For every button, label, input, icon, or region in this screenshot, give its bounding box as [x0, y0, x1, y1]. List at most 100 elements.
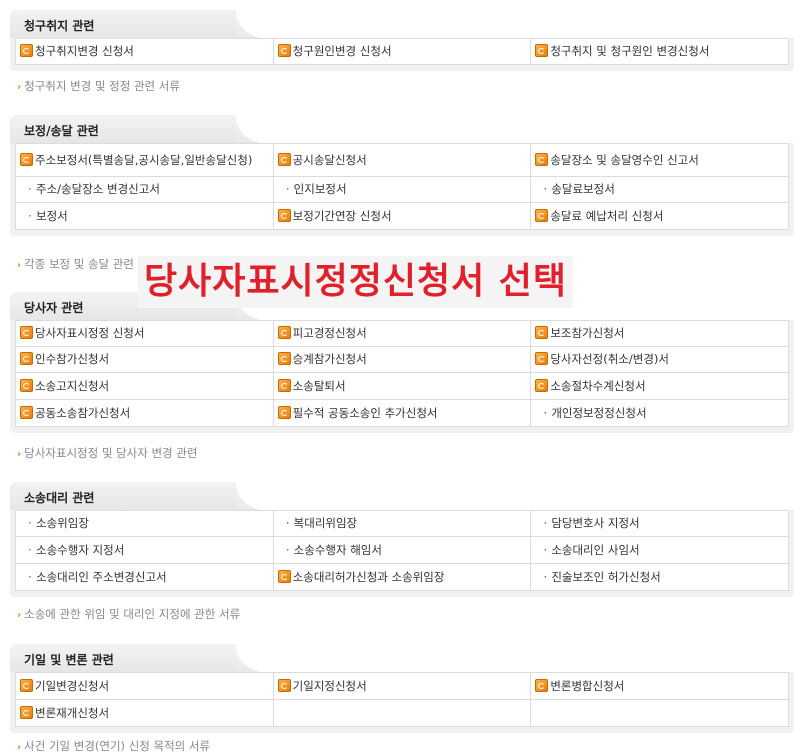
instruction-overlay: 당사자표시정정신청서 선택 — [138, 256, 573, 308]
form-link[interactable]: 기일지정신청서 — [272, 672, 532, 700]
arrow-right-icon: › — [17, 260, 22, 271]
form-link-label: 송달료 예납처리 신청서 — [550, 208, 664, 223]
form-link[interactable]: · 주소/송달장소 변경신고서 — [15, 176, 274, 203]
edit-doc-icon — [535, 44, 549, 57]
form-link[interactable]: 보정기간연장 신청서 — [272, 202, 532, 230]
edit-doc-icon — [277, 569, 291, 583]
edit-doc-icon — [277, 405, 291, 419]
section-3: 소송대리 관련 · 소송위임장 · 복대리위임장 · 담당변호사 지정서 · 소송수행자 지정서… — [10, 482, 794, 597]
edit-doc-icon — [535, 152, 549, 166]
edit-doc-icon — [20, 152, 33, 166]
edit-doc-icon — [20, 405, 33, 419]
form-link-label: 당사자표시정정 신청서 — [35, 326, 145, 340]
form-link[interactable]: · 인지보정서 — [272, 176, 532, 203]
edit-doc-icon — [277, 352, 291, 365]
table-row: 변론재개신청서 — [15, 699, 789, 727]
bullet-icon: · — [28, 208, 32, 223]
form-link[interactable]: 공동소송참가신청서 — [15, 399, 274, 427]
form-link[interactable]: 공시송달신청서 — [272, 143, 532, 177]
form-link-label: 필수적 공동소송인 추가신청서 — [292, 405, 438, 420]
form-link-label: 청구취지 및 청구원인 변경신청서 — [550, 44, 710, 58]
section-title: 기일 및 변론 관련 — [24, 653, 114, 667]
edit-doc-icon — [277, 678, 291, 692]
form-table: 당사자표시정정 신청서 피고경정신청서 보조참가신청서인수참가신청서 승계참가신청서 당… — [15, 320, 789, 427]
empty-cell — [272, 699, 532, 727]
form-link-label: 인지보정서 — [293, 182, 347, 196]
form-link[interactable]: 피고경정신청서 — [272, 320, 532, 347]
form-link[interactable]: 청구취지 및 청구원인 변경신청서 — [530, 38, 789, 65]
edit-doc-icon — [535, 378, 549, 392]
section-box: 청구취지변경 신청서 청구원인변경 신청서 청구취지 및 청구원인 변경신청서 — [10, 38, 794, 71]
form-link[interactable]: · 소송위임장 — [15, 510, 274, 537]
form-link[interactable]: 송달장소 및 송달영수인 신고서 — [530, 143, 789, 177]
form-link-label: 피고경정신청서 — [292, 326, 367, 340]
related-docs-label: 당사자표시정정 및 당사자 변경 관련 — [24, 446, 198, 460]
related-docs-link[interactable]: › 소송에 관한 위임 및 대리인 지정에 관한 서류 — [17, 606, 240, 622]
table-row: 주소보정서(특별송달,공시송달,일반송달신청) 공시송달신청서 송달장소 및 송달영… — [15, 143, 789, 177]
form-link[interactable]: · 소송수행자 해임서 — [272, 536, 532, 564]
form-link[interactable]: · 소송대리인 주소변경신고서 — [15, 563, 274, 591]
form-link[interactable]: 보조참가신청서 — [530, 320, 789, 347]
section-box: 기일변경신청서 기일지정신청서 변론병합신청서변론재개신청서 — [10, 672, 794, 733]
form-link-label: 소송대리인 주소변경신고서 — [36, 569, 167, 584]
form-link-label: 소송절차수계신청서 — [550, 378, 646, 393]
form-link[interactable]: · 개인정보정정신청서 — [530, 399, 789, 427]
bullet-icon: · — [543, 405, 548, 420]
form-link[interactable]: 소송탈퇴서 — [272, 372, 532, 400]
section-header: 기일 및 변론 관련 — [10, 644, 284, 672]
form-link[interactable]: · 소송대리인 사임서 — [530, 536, 789, 564]
form-link[interactable]: 청구원인변경 신청서 — [272, 38, 532, 65]
form-link[interactable]: 주소보정서(특별송달,공시송달,일반송달신청) — [15, 143, 274, 177]
table-row: · 소송수행자 지정서 · 소송수행자 해임서 · 소송대리인 사임서 — [15, 536, 789, 564]
form-link[interactable]: 소송절차수계신청서 — [530, 372, 789, 400]
edit-doc-icon — [277, 152, 291, 166]
form-link[interactable]: 기일변경신청서 — [15, 672, 274, 700]
form-link[interactable]: · 담당변호사 지정서 — [530, 510, 789, 537]
form-link-label: 공동소송참가신청서 — [35, 405, 131, 420]
form-link[interactable]: 소송고지신청서 — [15, 372, 274, 400]
related-docs-link[interactable]: › 청구취지 변경 및 정정 관련 서류 — [17, 78, 180, 94]
form-link[interactable]: 당사자선정(취소/변경)서 — [530, 346, 789, 373]
form-link[interactable]: 변론병합신청서 — [530, 672, 789, 700]
section-title: 소송대리 관련 — [24, 491, 95, 505]
bullet-icon: · — [543, 516, 548, 530]
form-link[interactable]: · 진술보조인 허가신청서 — [530, 563, 789, 591]
arrow-right-icon: › — [17, 610, 22, 621]
form-link[interactable]: 당사자표시정정 신청서 — [15, 320, 274, 347]
form-link-label: 복대리위임장 — [293, 516, 358, 530]
form-link[interactable]: 소송대리허가신청과 소송위임장 — [272, 563, 532, 591]
form-link[interactable]: · 복대리위임장 — [272, 510, 532, 537]
form-link[interactable]: 인수참가신청서 — [15, 346, 274, 373]
form-link-label: 소송대리허가신청과 소송위임장 — [292, 569, 445, 584]
section-1: 보정/송달 관련 주소보정서(특별송달,공시송달,일반송달신청) 공시송달신청서 송달… — [10, 115, 794, 236]
form-link[interactable]: · 보정서 — [15, 202, 274, 230]
form-link-label: 공시송달신청서 — [292, 152, 367, 167]
form-link-label: 보조참가신청서 — [550, 326, 625, 340]
form-link[interactable]: 변론재개신청서 — [15, 699, 274, 727]
section-title: 청구취지 관련 — [24, 19, 95, 33]
form-link-label: 소송수행자 해임서 — [293, 542, 382, 557]
table-row: 당사자표시정정 신청서 피고경정신청서 보조참가신청서 — [15, 320, 789, 347]
form-table: · 소송위임장 · 복대리위임장 · 담당변호사 지정서 · 소송수행자 지정서 · 소송수행자 … — [15, 510, 789, 591]
form-table: 청구취지변경 신청서 청구원인변경 신청서 청구취지 및 청구원인 변경신청서 — [15, 38, 789, 65]
form-link-label: 승계참가신청서 — [292, 352, 367, 366]
form-link[interactable]: · 송달료보정서 — [530, 176, 789, 203]
form-link[interactable]: 승계참가신청서 — [272, 346, 532, 373]
form-link-label: 보정서 — [36, 208, 68, 223]
related-docs-label: 사건 기일 변경(연기) 신청 목적의 서류 — [24, 739, 211, 753]
section-title: 당사자 관련 — [24, 301, 84, 315]
bullet-icon: · — [28, 516, 32, 530]
section-box: · 소송위임장 · 복대리위임장 · 담당변호사 지정서 · 소송수행자 지정서 · 소송수행자 … — [10, 510, 794, 597]
edit-doc-icon — [20, 352, 33, 365]
form-link[interactable]: 필수적 공동소송인 추가신청서 — [272, 399, 532, 427]
related-docs-link[interactable]: › 사건 기일 변경(연기) 신청 목적의 서류 — [17, 738, 210, 754]
edit-doc-icon — [277, 208, 291, 222]
form-link[interactable]: 송달료 예납처리 신청서 — [530, 202, 789, 230]
form-link[interactable]: · 소송수행자 지정서 — [15, 536, 274, 564]
form-link[interactable]: 청구취지변경 신청서 — [15, 38, 274, 65]
form-link-label: 담당변호사 지정서 — [551, 516, 640, 530]
form-link-label: 개인정보정정신청서 — [551, 405, 647, 420]
edit-doc-icon — [535, 352, 549, 365]
related-docs-link[interactable]: › 당사자표시정정 및 당사자 변경 관련 — [17, 445, 197, 461]
section-box: 주소보정서(특별송달,공시송달,일반송달신청) 공시송달신청서 송달장소 및 송달영… — [10, 143, 794, 236]
